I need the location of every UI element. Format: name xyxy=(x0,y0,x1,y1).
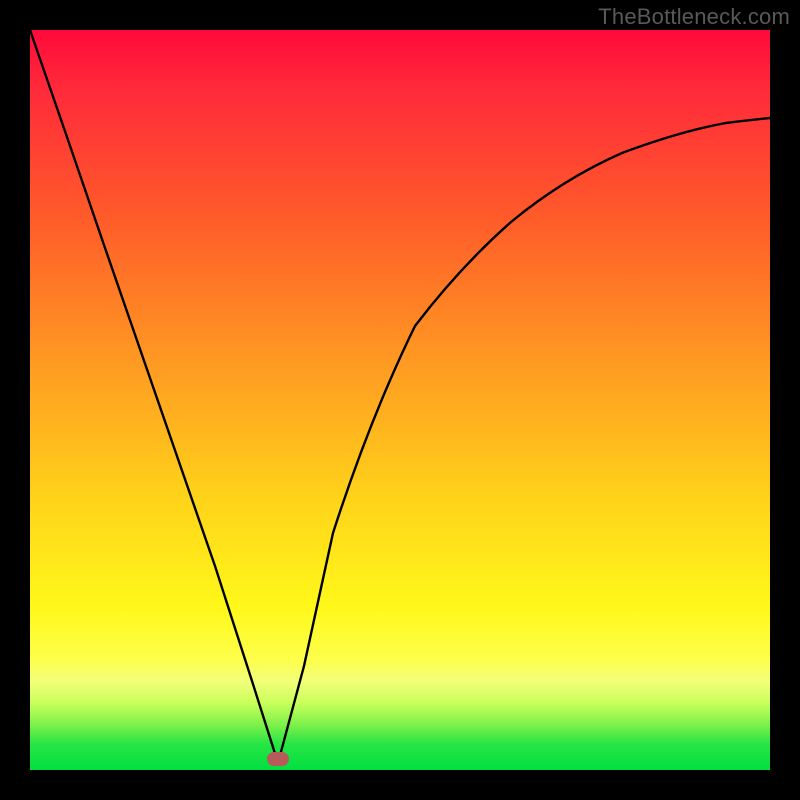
bottleneck-curve xyxy=(30,30,770,770)
chart-frame: TheBottleneck.com xyxy=(0,0,800,800)
watermark-text: TheBottleneck.com xyxy=(598,4,790,30)
plot-area xyxy=(30,30,770,770)
optimal-point-marker xyxy=(267,752,289,766)
